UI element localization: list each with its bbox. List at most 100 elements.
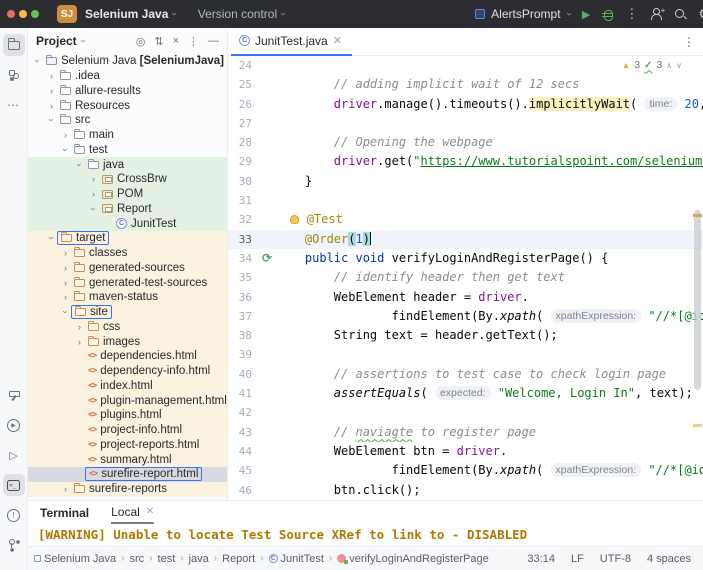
code-text[interactable]: findElement(By.xpath( xpathExpression: "… <box>276 307 703 326</box>
code-line-32[interactable]: 32 @Test <box>228 210 703 229</box>
tree-item-resources[interactable]: ›Resources <box>28 98 227 113</box>
code-text[interactable] <box>276 114 703 133</box>
chevron-icon[interactable]: › <box>88 189 99 199</box>
scrollbar-mark[interactable] <box>693 214 702 217</box>
git-tool-button[interactable] <box>3 534 25 556</box>
breadcrumb-item-junittest[interactable]: CJunitTest <box>269 553 324 565</box>
tree-item-classes[interactable]: ›classes <box>28 246 227 261</box>
tree-item-dependency-info.html[interactable]: <>dependency-info.html <box>28 364 227 379</box>
line-number[interactable]: 27 <box>228 114 258 133</box>
tree-item-test[interactable]: ›test <box>28 143 227 158</box>
breadcrumb-item-report[interactable]: Report <box>222 553 255 565</box>
next-problem-icon[interactable]: ∨ <box>676 61 682 70</box>
code-line-28[interactable]: 28 // Opening the webpage <box>228 133 703 152</box>
terminal-tool-button[interactable]: >_ <box>3 474 25 496</box>
code-text[interactable]: // adding implicit wait of 12 secs <box>276 75 703 94</box>
inspection-widget[interactable]: ▲ 3 ✓ 3 ∧ ∨ <box>619 59 685 71</box>
code-text[interactable]: driver.get("https://www.tutorialspoint.c… <box>276 152 703 171</box>
chevron-icon[interactable]: › <box>60 130 71 140</box>
code-area[interactable]: ▲ 3 ✓ 3 ∧ ∨ 2425 // adding implicit wait… <box>228 56 703 500</box>
terminal-output[interactable]: [WARNING] Unable to locate Test Source X… <box>28 524 703 545</box>
code-line-26[interactable]: 26 driver.manage().timeouts().implicitly… <box>228 95 703 114</box>
tree-item-content[interactable]: site <box>71 305 112 319</box>
chevron-icon[interactable]: › <box>74 337 85 347</box>
terminal-tab-local[interactable]: Local ✕ <box>111 501 154 524</box>
code-line-44[interactable]: 44 WebElement btn = driver. <box>228 442 703 461</box>
chevron-icon[interactable]: › <box>60 263 71 273</box>
tree-item-css[interactable]: ›css <box>28 320 227 335</box>
tree-item-content[interactable]: <>plugin-management.html <box>85 394 227 408</box>
code-text[interactable]: @Order(1) <box>276 230 703 249</box>
breadcrumb-item-java[interactable]: java <box>189 553 209 565</box>
line-number[interactable]: 26 <box>228 95 258 114</box>
chevron-icon[interactable]: › <box>46 71 57 81</box>
run-test-gutter-icon[interactable]: ⟳ <box>262 249 272 268</box>
tree-item-content[interactable]: test <box>71 143 111 157</box>
tree-item-site[interactable]: ›site <box>28 305 227 320</box>
line-number[interactable]: 33 <box>228 230 258 249</box>
code-line-42[interactable]: 42 <box>228 403 703 422</box>
tree-item-content[interactable]: .idea <box>57 69 103 83</box>
tree-item-images[interactable]: ›images <box>28 334 227 349</box>
chevron-icon[interactable]: › <box>60 278 71 288</box>
tree-item-content[interactable]: <>project-reports.html <box>85 438 202 452</box>
tree-item-plugin-management.html[interactable]: <>plugin-management.html <box>28 393 227 408</box>
vcs-menu[interactable]: Version control › <box>198 7 285 21</box>
line-number[interactable]: 42 <box>228 403 258 422</box>
tree-item-selenium-java[interactable]: ›Selenium Java [SeleniumJava]~/IdeaProje… <box>28 54 227 69</box>
line-number[interactable]: 24 <box>228 56 258 75</box>
code-text[interactable]: assertEquals( expected: "Welcome, Login … <box>276 384 703 403</box>
code-line-46[interactable]: 46 btn.click(); <box>228 481 703 500</box>
code-line-33[interactable]: 33 @Order(1) <box>228 230 703 249</box>
tree-item-content[interactable]: <>plugins.html <box>85 408 165 422</box>
search-everywhere-button[interactable] <box>674 8 686 20</box>
close-window-button[interactable] <box>7 10 15 18</box>
maximize-window-button[interactable] <box>31 10 39 18</box>
chevron-icon[interactable]: › <box>46 86 57 96</box>
tree-item-crossbrw[interactable]: ›CrossBrw <box>28 172 227 187</box>
code-line-31[interactable]: 31 <box>228 191 703 210</box>
code-text[interactable]: // assertions to test case to check logi… <box>276 365 703 384</box>
tree-item-content[interactable]: Report <box>99 202 155 216</box>
run-tool-button[interactable]: ▷ <box>3 444 25 466</box>
run-button[interactable]: ▶ <box>582 8 590 21</box>
line-number[interactable]: 46 <box>228 481 258 500</box>
tree-item-content[interactable]: <>project-info.html <box>85 423 185 437</box>
prev-problem-icon[interactable]: ∧ <box>666 61 672 70</box>
line-number[interactable]: 30 <box>228 172 258 191</box>
tree-item-src[interactable]: ›src <box>28 113 227 128</box>
chevron-icon[interactable]: › <box>47 233 57 244</box>
line-number[interactable]: 45 <box>228 461 258 480</box>
line-number[interactable]: 39 <box>228 345 258 364</box>
tree-item-content[interactable]: <>surefire-report.html <box>85 467 202 481</box>
line-number[interactable]: 44 <box>228 442 258 461</box>
code-line-37[interactable]: 37 findElement(By.xpath( xpathExpression… <box>228 307 703 326</box>
tree-item-content[interactable]: classes <box>71 246 130 260</box>
tree-item-content[interactable]: <>dependencies.html <box>85 349 200 363</box>
tree-item-content[interactable]: generated-test-sources <box>71 276 210 290</box>
chevron-icon[interactable]: › <box>46 101 57 111</box>
tree-item-main[interactable]: ›main <box>28 128 227 143</box>
tree-item-plugins.html[interactable]: <>plugins.html <box>28 408 227 423</box>
line-number[interactable]: 34 <box>228 249 258 268</box>
code-text[interactable]: WebElement btn = driver. <box>276 442 703 461</box>
tree-item-content[interactable]: Selenium Java [SeleniumJava] <box>43 54 227 68</box>
tree-item-content[interactable]: <>summary.html <box>85 453 175 467</box>
chevron-icon[interactable]: › <box>88 174 99 184</box>
structure-tool-button[interactable] <box>3 64 25 86</box>
editor-scrollbar[interactable] <box>694 210 701 390</box>
chevron-icon[interactable]: › <box>33 56 43 67</box>
code-line-41[interactable]: 41 assertEquals( expected: "Welcome, Log… <box>228 384 703 403</box>
code-text[interactable]: // Opening the webpage <box>276 133 703 152</box>
tree-item-content[interactable]: generated-sources <box>71 261 188 275</box>
line-number[interactable]: 40 <box>228 365 258 384</box>
locate-button[interactable]: ◎ <box>136 35 146 48</box>
tree-item-pom[interactable]: ›POM <box>28 187 227 202</box>
tree-item-java[interactable]: ›java <box>28 157 227 172</box>
tree-item-generated-test-sources[interactable]: ›generated-test-sources <box>28 275 227 290</box>
tree-item-surefire-report.html[interactable]: <>surefire-report.html <box>28 467 227 482</box>
code-line-29[interactable]: 29 driver.get("https://www.tutorialspoin… <box>228 152 703 171</box>
tree-item-content[interactable]: Resources <box>57 99 133 113</box>
services-tool-button[interactable]: ▶ <box>3 414 25 436</box>
indent-style[interactable]: 4 spaces <box>647 553 691 565</box>
